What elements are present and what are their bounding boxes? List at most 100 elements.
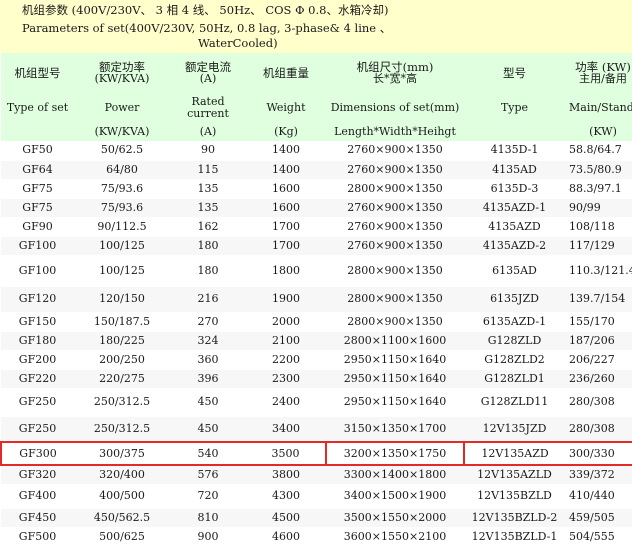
table-row: GF100 100/125 180 1700 2760×900×1350 4135AZD-… <box>1 236 632 256</box>
cell-dims: 3500×1550×2000 <box>326 508 464 528</box>
cell-dims: 3400×1500×1900 <box>326 484 464 509</box>
header-cn-weight: 机组重量 <box>246 53 326 93</box>
header-unit-power: (KW/KVA) <box>74 123 170 141</box>
cell-engine: 12V135BZLD <box>464 484 565 509</box>
cell-engine: G128ZLD2 <box>464 350 565 370</box>
spec-table: 机组型号 额定功率 (KW/KVA) 额定电流 (A) 机组重量 机组尺寸(mm) 长… <box>0 53 632 545</box>
cell-current: 900 <box>170 527 246 545</box>
cell-current: 135 <box>170 198 246 218</box>
cell-engine: 12V135AZD <box>464 441 565 466</box>
cell-kw: 110.3/121.4 <box>565 255 632 287</box>
cell-model: GF120 <box>1 286 74 313</box>
cell-kw: 459/505 <box>565 508 632 528</box>
header-en-kw: Main/Standby <box>565 93 632 123</box>
cell-model: GF500 <box>1 527 74 545</box>
cell-current: 90 <box>170 141 246 161</box>
cell-dims: 2760×900×1350 <box>326 217 464 237</box>
cell-power: 150/187.5 <box>74 312 170 332</box>
title-box: 机组参数 (400V/230V、 3 相 4 线、 50Hz、 COS Φ 0.… <box>0 0 632 53</box>
header-unit-engine <box>464 123 565 141</box>
cell-dims: 3300×1400×1800 <box>326 465 464 485</box>
table-row: GF50 50/62.5 90 1400 2760×900×1350 4135D-1 58.… <box>1 141 632 161</box>
header-en-power: Power <box>74 93 170 123</box>
cell-current: 180 <box>170 255 246 287</box>
table-row: GF450 450/562.5 810 4500 3500×1550×2000 12V13… <box>1 508 632 528</box>
cell-kw: 206/227 <box>565 350 632 370</box>
cell-weight: 2100 <box>246 331 326 351</box>
cell-engine: 12V135JZD <box>464 416 565 443</box>
cell-current: 396 <box>170 369 246 389</box>
cell-power: 250/312.5 <box>74 416 170 443</box>
table-row: GF75 75/93.6 135 1600 2760×900×1350 4135AZD-1… <box>1 198 632 218</box>
header-en-current: Rated current <box>170 93 246 123</box>
cell-power: 200/250 <box>74 350 170 370</box>
cell-current: 360 <box>170 350 246 370</box>
cell-current: 135 <box>170 179 246 199</box>
cell-power: 500/625 <box>74 527 170 545</box>
cell-power: 320/400 <box>74 465 170 485</box>
table-row: GF200 200/250 360 2200 2950×1150×1640 G128ZLD… <box>1 350 632 370</box>
cell-weight: 1900 <box>246 286 326 313</box>
cell-current: 324 <box>170 331 246 351</box>
cell-engine: 4135AZD <box>464 217 565 237</box>
cell-kw: 88.3/97.1 <box>565 179 632 199</box>
cell-power: 50/62.5 <box>74 141 170 161</box>
cell-current: 540 <box>170 441 246 466</box>
cell-kw: 155/170 <box>565 312 632 332</box>
cell-weight: 2000 <box>246 312 326 332</box>
header-cn-engine: 型号 <box>464 53 565 93</box>
cell-engine: 6135D-3 <box>464 179 565 199</box>
cell-engine: 4135AZD-1 <box>464 198 565 218</box>
cell-weight: 2200 <box>246 350 326 370</box>
cell-model: GF75 <box>1 179 74 199</box>
cell-power: 400/500 <box>74 484 170 509</box>
cell-engine: 6135JZD <box>464 286 565 313</box>
cell-model: GF50 <box>1 141 74 161</box>
cell-dims: 2800×900×1350 <box>326 312 464 332</box>
cell-kw: 73.5/80.9 <box>565 160 632 180</box>
cell-weight: 1400 <box>246 160 326 180</box>
cell-engine: G128ZLD1 <box>464 369 565 389</box>
cell-kw: 410/440 <box>565 484 632 509</box>
cell-current: 115 <box>170 160 246 180</box>
cell-weight: 4600 <box>246 527 326 545</box>
header-unit-model <box>1 123 74 141</box>
cell-kw: 108/118 <box>565 217 632 237</box>
table-row: GF500 500/625 900 4600 3600×1550×2100 12V135B… <box>1 527 632 545</box>
cell-power: 220/275 <box>74 369 170 389</box>
cell-weight: 1600 <box>246 179 326 199</box>
cell-dims: 2760×900×1350 <box>326 141 464 161</box>
cell-engine: G128ZLD <box>464 331 565 351</box>
cell-dims: 2760×900×1350 <box>326 236 464 256</box>
cell-weight: 3500 <box>246 441 326 466</box>
table-row: GF300 300/375 540 3500 3200×1350×1750 12V135A… <box>0 441 632 466</box>
cell-weight: 1800 <box>246 255 326 287</box>
cell-kw: 90/99 <box>565 198 632 218</box>
cell-engine: 4135AD <box>464 160 565 180</box>
cell-power: 90/112.5 <box>74 217 170 237</box>
table-row: GF220 220/275 396 2300 2950×1150×1640 G128ZLD… <box>1 369 632 389</box>
cell-current: 270 <box>170 312 246 332</box>
title-line-1: 机组参数 (400V/230V、 3 相 4 线、 50Hz、 COS Φ 0.… <box>22 3 389 17</box>
cell-current: 810 <box>170 508 246 528</box>
cell-weight: 4300 <box>246 484 326 509</box>
cell-power: 64/80 <box>74 160 170 180</box>
table-row: GF400 400/500 720 4300 3400×1500×1900 12V135B… <box>1 484 632 509</box>
cell-kw: 236/260 <box>565 369 632 389</box>
cell-dims: 2760×900×1350 <box>326 160 464 180</box>
cell-current: 162 <box>170 217 246 237</box>
header-cn-current: 额定电流 (A) <box>170 53 246 93</box>
cell-current: 576 <box>170 465 246 485</box>
header-en-dims: Dimensions of set(mm) <box>326 93 464 123</box>
header-cn-dims: 机组尺寸(mm) 长*宽*高 <box>326 53 464 93</box>
header-unit-weight: (Kg) <box>246 123 326 141</box>
cell-weight: 1700 <box>246 217 326 237</box>
cell-weight: 1600 <box>246 198 326 218</box>
table-row: GF120 120/150 216 1900 2800×900×1350 6135JZD 1… <box>1 286 632 313</box>
cell-model: GF250 <box>1 416 74 443</box>
cell-power: 180/225 <box>74 331 170 351</box>
cell-dims: 2800×1100×1600 <box>326 331 464 351</box>
cell-kw: 339/372 <box>565 465 632 485</box>
cell-power: 120/150 <box>74 286 170 313</box>
cell-engine: 6135AZD-1 <box>464 312 565 332</box>
